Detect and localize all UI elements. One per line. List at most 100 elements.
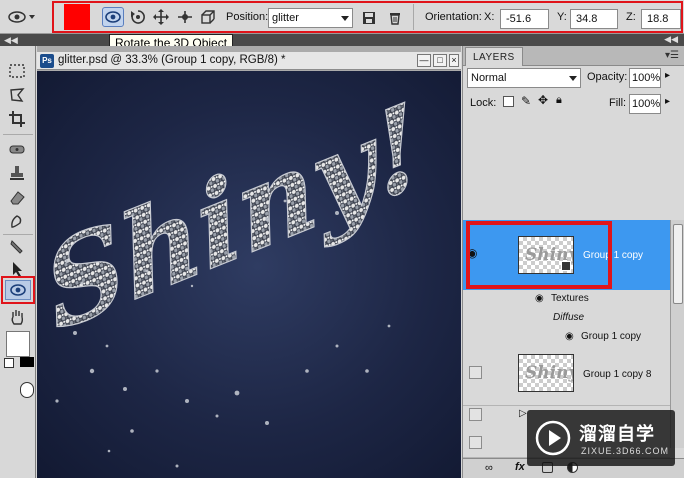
bandage-icon bbox=[9, 145, 25, 154]
document-canvas[interactable]: Shiny! bbox=[37, 71, 461, 478]
link-icon[interactable]: ∞ bbox=[485, 462, 493, 474]
expand-panels-icon[interactable]: ◀◀ bbox=[664, 34, 678, 45]
layer-row[interactable]: Shiny Group 1 copy 8 bbox=[463, 342, 670, 406]
visibility-toggle[interactable] bbox=[469, 366, 482, 379]
orientation-label: Orientation: bbox=[425, 11, 482, 23]
drag-3d-button[interactable] bbox=[150, 7, 172, 27]
panel-dock-strip: ◀◀ ◀◀ bbox=[0, 34, 684, 46]
watermark: 溜溜自学 ZIXUE.3D66.COM bbox=[527, 410, 675, 466]
y-value: 34.8 bbox=[576, 13, 598, 25]
pen-icon bbox=[10, 240, 23, 254]
y-orientation-input[interactable]: 34.8 bbox=[570, 9, 618, 29]
panel-menu-icon[interactable]: ▾☰ bbox=[665, 50, 679, 61]
scale-3d-icon bbox=[201, 10, 215, 24]
foreground-color-swatch[interactable] bbox=[64, 4, 90, 30]
fx-icon[interactable]: fx bbox=[515, 461, 525, 473]
lock-image-icon[interactable]: ✎ bbox=[521, 94, 531, 108]
roll-3d-button[interactable] bbox=[127, 7, 149, 27]
opacity-value: 100% bbox=[632, 72, 661, 84]
ps-file-icon: Ps bbox=[40, 54, 54, 68]
collapse-panels-icon[interactable]: ◀◀ bbox=[4, 35, 18, 46]
hand-icon bbox=[11, 310, 24, 325]
visibility-toggle[interactable] bbox=[469, 408, 482, 421]
crop-icon bbox=[9, 111, 25, 127]
x-label: X: bbox=[484, 11, 495, 23]
minimize-button[interactable]: — bbox=[417, 54, 431, 67]
maximize-icon: □ bbox=[437, 55, 443, 65]
rotate-3d-icon bbox=[105, 11, 121, 23]
sublayer-group-1-copy[interactable]: Group 1 copy bbox=[581, 331, 641, 342]
stamp-icon bbox=[10, 166, 24, 180]
opacity-label: Opacity: bbox=[587, 71, 628, 83]
eye-icon[interactable]: ◉ bbox=[565, 331, 574, 342]
watermark-brand: 溜溜自学 bbox=[579, 424, 655, 444]
roll-3d-icon bbox=[131, 10, 145, 24]
eye-icon[interactable]: ◉ bbox=[535, 293, 544, 304]
eraser-tool[interactable] bbox=[5, 186, 29, 208]
toolbox-divider bbox=[3, 234, 33, 235]
lock-label: Lock: bbox=[470, 97, 497, 109]
play-logo-icon bbox=[535, 420, 571, 456]
options-bar: Position: glitter Orientation: X: -51.6 … bbox=[0, 0, 684, 34]
fill-label: Fill: bbox=[609, 97, 627, 109]
close-icon: × bbox=[451, 55, 457, 65]
tool-preset-picker[interactable] bbox=[4, 7, 40, 27]
scroll-thumb[interactable] bbox=[673, 224, 683, 304]
fill-slider-icon[interactable]: ▸ bbox=[665, 96, 670, 107]
layer-highlight-frame bbox=[466, 221, 612, 289]
slide-3d-button[interactable] bbox=[174, 7, 196, 27]
delete-position-button[interactable] bbox=[384, 8, 406, 28]
divider bbox=[413, 4, 414, 30]
sublayer-textures[interactable]: Textures bbox=[551, 293, 589, 304]
marquee-tool[interactable] bbox=[5, 60, 29, 82]
minimize-icon: — bbox=[419, 55, 429, 65]
default-colors-icon[interactable] bbox=[4, 358, 14, 368]
foreground-color[interactable] bbox=[6, 331, 30, 357]
stamp-tool[interactable] bbox=[5, 162, 29, 184]
crop-tool[interactable] bbox=[5, 108, 29, 130]
expand-triangle-icon[interactable]: ▷ bbox=[519, 408, 527, 419]
document-window: Ps glitter.psd @ 33.3% (Group 1 copy, RG… bbox=[37, 46, 461, 478]
trash-icon bbox=[390, 13, 400, 25]
opacity-slider-icon[interactable]: ▸ bbox=[665, 70, 670, 81]
x-orientation-input[interactable]: -51.6 bbox=[500, 9, 549, 29]
pen-tool[interactable] bbox=[5, 236, 29, 258]
position-label: Position: bbox=[226, 11, 269, 23]
sublayer-diffuse[interactable]: Diffuse bbox=[553, 312, 584, 323]
document-title-bar[interactable]: Ps glitter.psd @ 33.3% (Group 1 copy, RG… bbox=[37, 52, 461, 70]
watermark-url: ZIXUE.3D66.COM bbox=[581, 446, 670, 456]
maximize-button[interactable]: □ bbox=[433, 54, 447, 67]
glitter-artwork: Shiny! bbox=[37, 76, 434, 468]
lock-transparent-icon[interactable] bbox=[503, 96, 514, 107]
save-icon bbox=[363, 12, 375, 24]
z-label: Z: bbox=[626, 11, 636, 23]
lock-position-icon[interactable]: ✥ bbox=[538, 93, 548, 107]
scale-3d-button[interactable] bbox=[198, 7, 220, 27]
background-color[interactable] bbox=[20, 357, 34, 367]
y-label: Y: bbox=[557, 11, 567, 23]
fill-value: 100% bbox=[632, 98, 661, 110]
z-orientation-input[interactable]: 18.8 bbox=[641, 9, 681, 29]
healing-tool[interactable] bbox=[5, 138, 29, 160]
lasso-tool[interactable] bbox=[5, 84, 29, 106]
blur-tool[interactable] bbox=[5, 210, 29, 232]
smudge-icon bbox=[11, 215, 22, 228]
drag-3d-icon bbox=[153, 9, 169, 25]
toolbox-divider bbox=[3, 134, 33, 135]
tab-layers[interactable]: LAYERS bbox=[465, 47, 523, 66]
fill-input[interactable]: 100% bbox=[629, 94, 661, 114]
lock-all-icon[interactable]: 🔒︎ bbox=[556, 94, 562, 107]
position-select[interactable]: glitter bbox=[268, 8, 353, 28]
visibility-toggle[interactable] bbox=[469, 436, 482, 449]
quick-mask-icon[interactable] bbox=[20, 382, 34, 398]
blend-mode-select[interactable]: Normal bbox=[467, 68, 581, 88]
opacity-input[interactable]: 100% bbox=[629, 68, 661, 88]
close-button[interactable]: × bbox=[449, 54, 459, 67]
marquee-icon bbox=[9, 64, 25, 78]
blend-mode-value: Normal bbox=[471, 72, 507, 84]
save-position-button[interactable] bbox=[358, 8, 380, 28]
chevron-down-icon bbox=[341, 16, 349, 21]
3d-rotate-tool[interactable] bbox=[1, 276, 35, 304]
hand-tool[interactable] bbox=[5, 306, 29, 328]
rotate-3d-button[interactable] bbox=[102, 7, 124, 27]
